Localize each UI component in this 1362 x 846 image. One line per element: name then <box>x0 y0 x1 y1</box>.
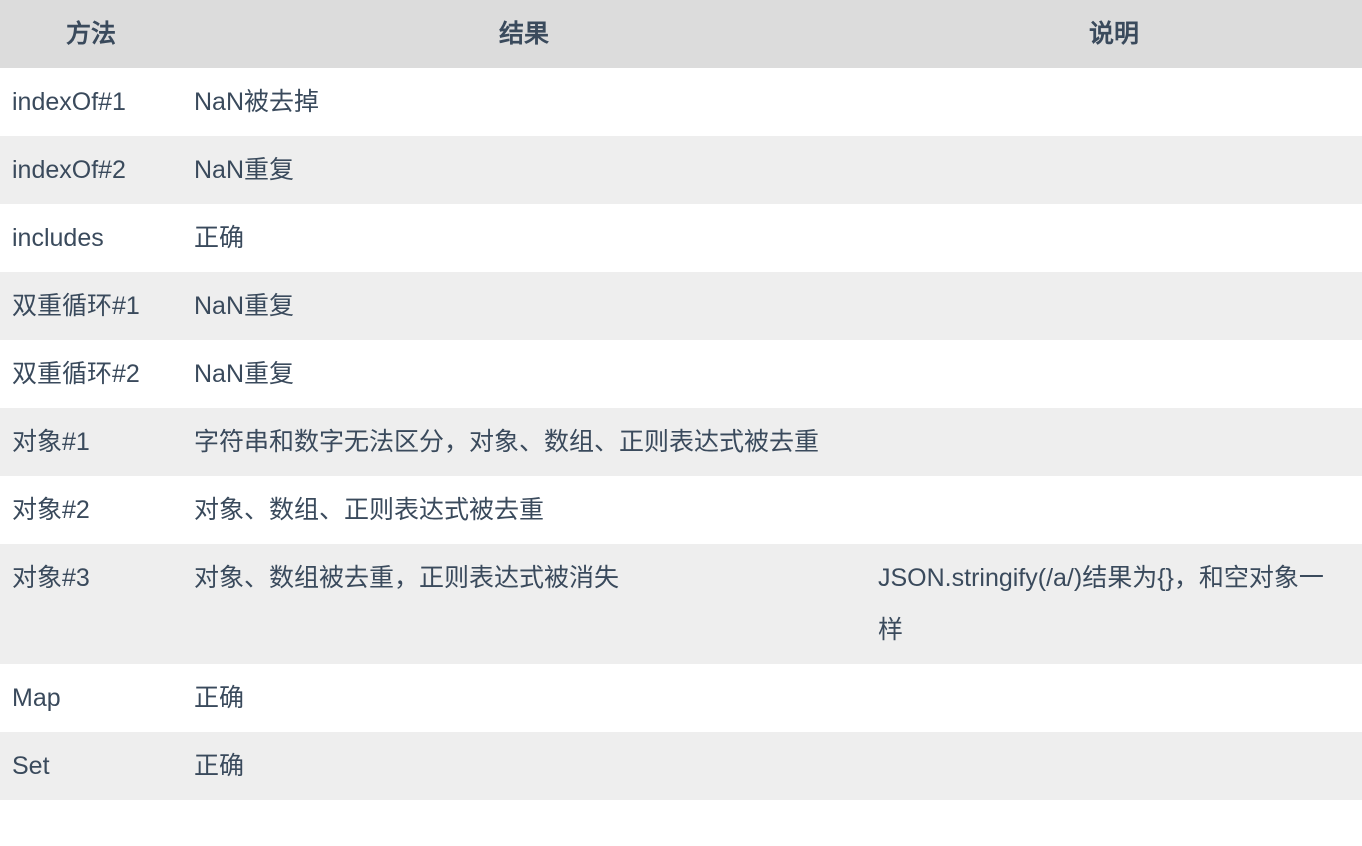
cell-result: 正确 <box>194 752 245 780</box>
cell-note <box>866 340 1362 408</box>
table-row: 对象#2 对象、数组、正则表达式被去重 <box>0 476 1362 544</box>
table-row: 对象#3 对象、数组被去重，正则表达式被消失 JSON.stringify(/a… <box>0 544 1362 664</box>
cell-result: NaN被去掉 <box>194 88 320 116</box>
cell-method: 双重循环#1 <box>12 292 140 320</box>
cell-note <box>866 408 1362 476</box>
table-row: indexOf#1 NaN被去掉 <box>0 68 1362 136</box>
cell-result: NaN重复 <box>194 156 295 184</box>
cell-result: 对象、数组、正则表达式被去重 <box>194 496 545 524</box>
table-header: 方法 结果 说明 <box>0 0 1362 68</box>
cell-note <box>866 476 1362 544</box>
cell-note <box>866 732 1362 800</box>
cell-note <box>866 204 1362 272</box>
cell-note <box>866 68 1362 136</box>
cell-method: 双重循环#2 <box>12 360 140 388</box>
cell-method: indexOf#1 <box>12 88 126 116</box>
cell-result: 字符串和数字无法区分，对象、数组、正则表达式被去重 <box>194 428 820 456</box>
column-header-method: 方法 <box>0 0 182 68</box>
cell-result: 正确 <box>194 684 245 712</box>
cell-note <box>866 664 1362 732</box>
column-header-result: 结果 <box>182 0 866 68</box>
comparison-table-container: 方法 结果 说明 indexOf#1 NaN被去掉 indexOf#2 NaN重… <box>0 0 1362 800</box>
cell-result: NaN重复 <box>194 292 295 320</box>
table-row: Map 正确 <box>0 664 1362 732</box>
cell-note <box>866 136 1362 204</box>
cell-result: NaN重复 <box>194 360 295 388</box>
cell-method: 对象#2 <box>12 496 90 524</box>
table-row: 对象#1 字符串和数字无法区分，对象、数组、正则表达式被去重 <box>0 408 1362 476</box>
table-row: includes 正确 <box>0 204 1362 272</box>
table-row: 双重循环#1 NaN重复 <box>0 272 1362 340</box>
table-row: indexOf#2 NaN重复 <box>0 136 1362 204</box>
cell-note: JSON.stringify(/a/)结果为{}，和空对象一样 <box>878 564 1324 644</box>
table-header-row: 方法 结果 说明 <box>0 0 1362 68</box>
cell-method: 对象#1 <box>12 428 90 456</box>
cell-method: indexOf#2 <box>12 156 126 184</box>
cell-method: Map <box>12 684 61 712</box>
column-header-note: 说明 <box>866 0 1362 68</box>
cell-method: 对象#3 <box>12 564 90 592</box>
cell-note <box>866 272 1362 340</box>
comparison-table: 方法 结果 说明 indexOf#1 NaN被去掉 indexOf#2 NaN重… <box>0 0 1362 800</box>
cell-method: includes <box>12 224 104 252</box>
cell-result: 正确 <box>194 224 245 252</box>
table-row: 双重循环#2 NaN重复 <box>0 340 1362 408</box>
table-row: Set 正确 <box>0 732 1362 800</box>
table-body: indexOf#1 NaN被去掉 indexOf#2 NaN重复 include… <box>0 68 1362 800</box>
cell-result: 对象、数组被去重，正则表达式被消失 <box>194 564 620 592</box>
cell-method: Set <box>12 752 50 780</box>
